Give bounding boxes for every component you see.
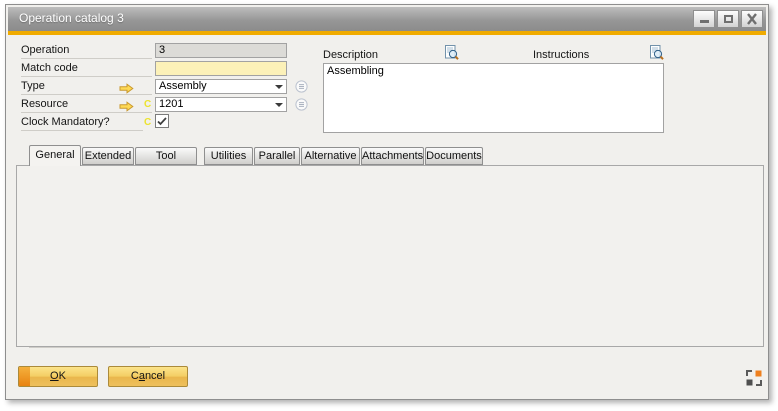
changeable-marker: C [144, 117, 151, 128]
changeable-marker: C [144, 99, 151, 110]
tab-tool[interactable]: Tool [135, 147, 197, 165]
tab-documents[interactable]: Documents [425, 147, 483, 165]
description-label: Description [323, 49, 441, 64]
minimize-icon [700, 20, 709, 23]
tab-strip: General Extended Tool Utilities Parallel… [29, 147, 484, 166]
default-button-stripe [19, 367, 30, 386]
edit-text-icon[interactable] [649, 45, 664, 61]
window-controls [693, 10, 763, 28]
cancel-button[interactable]: Cancel [108, 366, 188, 387]
close-icon [742, 11, 762, 27]
ok-button[interactable]: OK [18, 366, 98, 387]
instructions-label: Instructions [533, 49, 647, 64]
tab-alternative[interactable]: Alternative [301, 147, 360, 165]
cancel-button-label: Cancel [131, 370, 165, 382]
link-arrow-icon[interactable] [119, 81, 134, 97]
screen: Operation catalog 3 Operation 3 Match co… [0, 0, 778, 411]
tab-attachments[interactable]: Attachments [361, 147, 424, 165]
ok-button-label: OK [50, 370, 66, 382]
chevron-down-icon [275, 103, 283, 107]
title-accent-bar [8, 31, 766, 35]
choose-from-list-icon[interactable] [295, 98, 310, 114]
checkmark-icon [157, 117, 167, 126]
resize-grip-icon[interactable] [745, 369, 763, 387]
window-title: Operation catalog 3 [19, 11, 124, 25]
operation-label: Operation [21, 44, 152, 59]
tab-extended[interactable]: Extended [82, 147, 134, 165]
tab-general[interactable]: General [29, 145, 81, 166]
maximize-button[interactable] [717, 10, 739, 28]
type-dropdown[interactable]: Assembly [155, 79, 287, 94]
operation-catalog-window: Operation catalog 3 Operation 3 Match co… [5, 4, 769, 400]
tab-parallel[interactable]: Parallel [254, 147, 300, 165]
resource-value: 1201 [159, 98, 283, 111]
clock-mandatory-label: Clock Mandatory? [21, 116, 143, 131]
clock-mandatory-checkbox[interactable] [155, 114, 169, 128]
minimize-button[interactable] [693, 10, 715, 28]
title-bar[interactable]: Operation catalog 3 [8, 7, 766, 31]
resource-dropdown[interactable]: 1201 [155, 97, 287, 112]
link-arrow-icon[interactable] [119, 99, 134, 115]
match-code-label: Match code [21, 62, 152, 77]
edit-text-icon[interactable] [444, 45, 459, 61]
tab-utilities[interactable]: Utilities [204, 147, 253, 165]
type-value: Assembly [159, 80, 283, 93]
close-button[interactable] [741, 10, 763, 28]
operation-field: 3 [155, 43, 287, 58]
chevron-down-icon [275, 85, 283, 89]
tab-panel-general [16, 165, 764, 347]
choose-from-list-icon[interactable] [295, 80, 310, 96]
description-textarea[interactable]: Assembling [323, 63, 664, 133]
maximize-icon [724, 15, 733, 23]
match-code-field[interactable] [155, 61, 287, 76]
